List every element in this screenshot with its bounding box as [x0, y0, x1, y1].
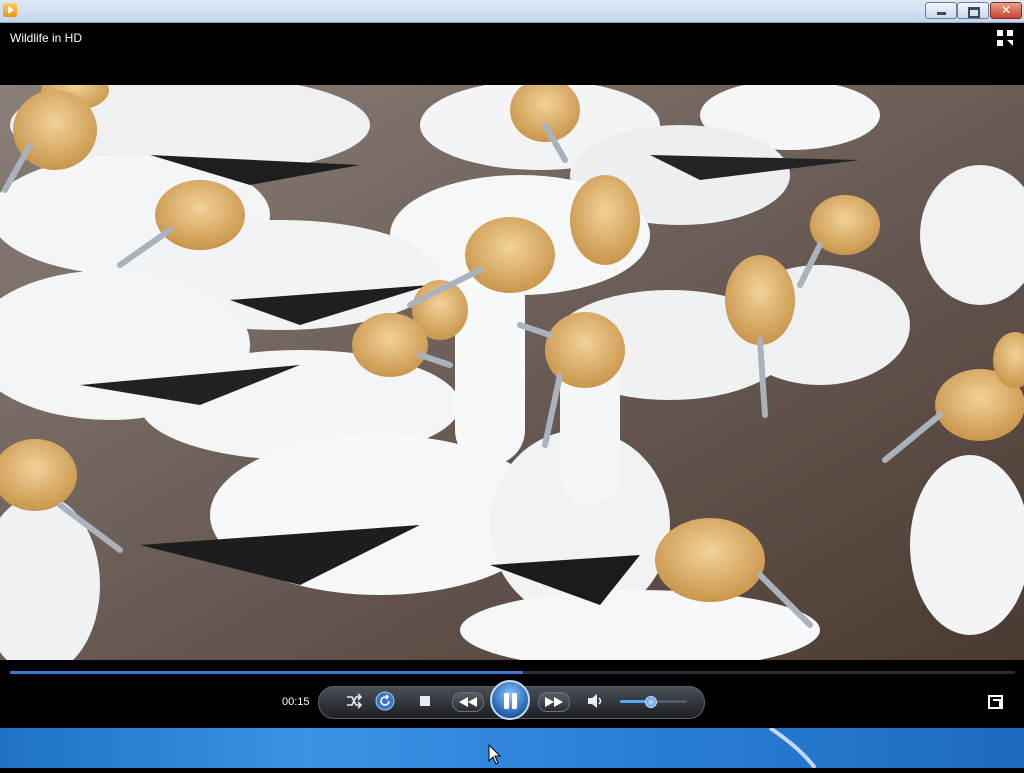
next-button[interactable]	[538, 692, 570, 712]
fullscreen-icon[interactable]	[988, 695, 1003, 709]
video-frame[interactable]	[0, 85, 1024, 660]
switch-to-library-icon[interactable]	[996, 29, 1014, 47]
pause-icon	[504, 693, 509, 709]
desktop-taskbar	[0, 726, 1024, 770]
taskbar-glow	[768, 726, 817, 770]
stop-icon[interactable]	[414, 690, 436, 712]
previous-button[interactable]	[452, 692, 484, 712]
shuffle-icon[interactable]	[343, 690, 365, 712]
video-title: Wildlife in HD	[10, 31, 83, 45]
media-player-icon[interactable]	[3, 3, 17, 17]
minimize-button[interactable]	[925, 2, 957, 19]
next-icon	[545, 697, 563, 707]
seek-bar-progress	[10, 671, 523, 674]
mouse-cursor-icon	[488, 744, 502, 765]
previous-icon	[459, 697, 477, 707]
seek-bar[interactable]	[10, 671, 1015, 674]
close-button[interactable]	[990, 2, 1022, 19]
elapsed-time: 00:15	[282, 696, 310, 708]
window-title-bar[interactable]	[0, 0, 1024, 23]
restore-button[interactable]	[957, 2, 989, 19]
speaker-icon[interactable]	[584, 690, 606, 712]
pause-button[interactable]	[490, 680, 530, 720]
repeat-icon[interactable]	[374, 690, 396, 712]
